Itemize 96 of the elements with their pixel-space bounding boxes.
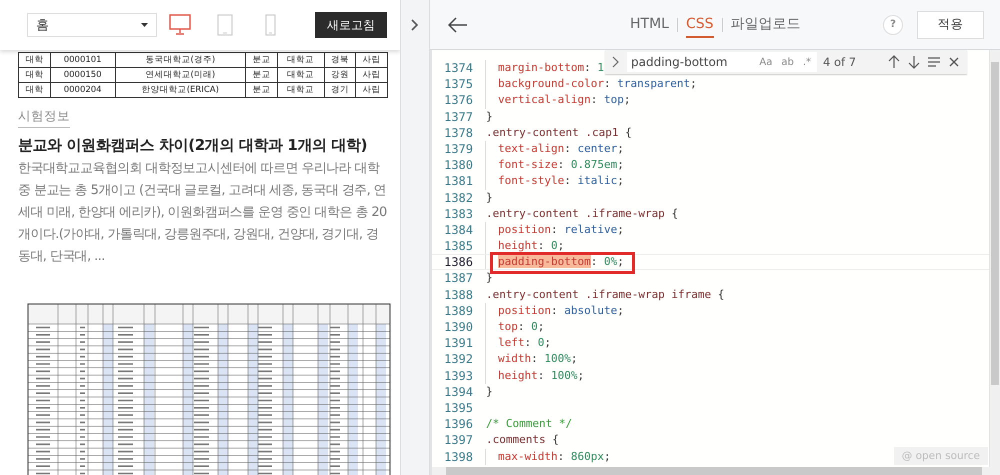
table-cell: 경북: [324, 52, 356, 68]
line-number: 1389: [443, 302, 473, 319]
find-option-toggle[interactable]: ab: [779, 56, 796, 68]
line-number: 1379: [443, 140, 473, 158]
line-number: 1395: [443, 400, 473, 416]
table-cell: 대학: [18, 82, 50, 98]
code-line: position: absolute;: [498, 302, 624, 319]
find-option-toggle[interactable]: .*: [800, 56, 813, 68]
line-number: 1382: [443, 190, 473, 206]
line-number: 1381: [443, 173, 473, 190]
table-cell: 대학: [18, 68, 50, 82]
arrow-down-icon[interactable]: [907, 55, 921, 69]
code-line: }: [486, 270, 493, 286]
page-select[interactable]: 홈: [27, 13, 157, 37]
table-cell: 분교: [246, 68, 278, 82]
post-category[interactable]: 시험정보: [18, 108, 70, 128]
table-cell: 사립: [356, 82, 388, 98]
code-line: }: [486, 384, 493, 400]
code-line: .entry-content .iframe-wrap {: [486, 206, 678, 222]
line-number: 1398: [443, 448, 473, 465]
table-cell: 대학교: [277, 82, 324, 98]
editor-tab[interactable]: CSS: [686, 12, 714, 38]
table-cell: 동국대학교(경주): [115, 52, 246, 68]
code-line: top: 0;: [498, 319, 544, 335]
code-line: }: [486, 190, 493, 206]
table-cell: 0000101: [50, 52, 116, 68]
line-number: 1386: [443, 255, 473, 270]
lines-icon[interactable]: [927, 55, 941, 69]
line-number: 1376: [443, 92, 473, 109]
code-line: .entry-content .cap1 {: [486, 124, 632, 141]
line-number: 1391: [443, 335, 473, 352]
line-number: 1384: [443, 222, 473, 238]
line-number: 1390: [443, 319, 473, 336]
code-line: /* Comment */: [486, 416, 572, 432]
code-line: height: 0;: [498, 238, 564, 254]
code-editor[interactable]: [430, 50, 1000, 475]
chevron-right-icon[interactable]: [611, 56, 621, 68]
editor-tab[interactable]: 파일업로드: [730, 10, 801, 38]
line-number: 1388: [443, 286, 473, 303]
code-line: text-align: center;: [498, 140, 624, 157]
table-cell: 분교: [246, 52, 278, 68]
code-line: .comments {: [486, 432, 559, 448]
code-line: height: 100%;: [498, 368, 584, 384]
table-cell: 사립: [356, 52, 388, 68]
line-number: 1383: [443, 206, 473, 222]
code-line: position: relative;: [498, 222, 624, 238]
code-line: vertical-align: top;: [498, 92, 630, 108]
table-cell: 0000150: [50, 68, 116, 82]
match-count: 4 of 7: [823, 55, 856, 69]
code-line: width: 100%;: [498, 351, 578, 368]
editor-tab[interactable]: HTML: [630, 12, 669, 38]
line-number: 1393: [443, 368, 473, 384]
vertical-scrollbar[interactable]: [989, 50, 1000, 467]
line-number: 1396: [443, 416, 473, 432]
line-number: 1380: [443, 157, 473, 174]
code-line: font-size: 0.875em;: [498, 157, 624, 174]
line-number: 1397: [443, 432, 473, 448]
table-cell: 연세대학교(미래): [115, 68, 246, 82]
code-line: margin-bottom: 1: [498, 60, 604, 76]
chevron-right-icon[interactable]: [409, 18, 421, 32]
code-line: max-width: 860px;: [498, 448, 611, 464]
table-cell: 대학교: [277, 68, 324, 82]
table-cell: 경기: [324, 82, 356, 98]
code-line: font-style: italic;: [498, 173, 624, 190]
table-cell: 대학교: [277, 52, 324, 68]
line-number: 1377: [443, 108, 473, 125]
table-cell: 강원: [324, 68, 356, 82]
help-button[interactable]: ?: [883, 14, 903, 34]
table-cell: 0000204: [50, 82, 116, 98]
find-field[interactable]: padding-bottom Aa ab .*: [627, 52, 817, 72]
line-number: 1374: [443, 60, 473, 76]
table-cell: 분교: [246, 82, 278, 98]
line-number: 1385: [443, 238, 473, 254]
table-cell: 한양대학교(ERICA): [115, 82, 246, 98]
line-number: 1394: [443, 384, 473, 400]
code-line: background-color: transparent;: [498, 76, 697, 92]
caret-down-icon: [141, 23, 148, 27]
post-title[interactable]: 분교와 이원화캠퍼스 차이(2개의 대학과 1개의 대학): [18, 135, 368, 155]
table-cell: 대학: [18, 52, 50, 68]
line-number: 1392: [443, 351, 473, 368]
back-arrow-icon[interactable]: [448, 16, 468, 32]
table-cell: 사립: [356, 68, 388, 82]
line-number: 1378: [443, 124, 473, 141]
apply-button[interactable]: 적용: [917, 10, 984, 38]
code-line: }: [486, 108, 493, 125]
code-line: left: 0;: [498, 335, 551, 352]
close-icon[interactable]: [947, 55, 961, 69]
line-number: 1375: [443, 76, 473, 92]
find-option-toggle[interactable]: Aa: [757, 56, 774, 68]
post-excerpt: 한국대학교교육협의회 대학정보고시센터에 따르면 우리나라 대학 중 분교는 총 5개이고 (건국대 글로컬, 고려대 세종, 동국대 경주, 연세대 미래, 한양대 에리카), 이원화캠퍼스를 운영 중인 대학은 총 20개이다.(가야대, 가톨릭대, 강릉원주대, 강원대, 건양대, 경기대, 경동대, 단국대, ...: [18, 160, 388, 266]
arrow-up-icon[interactable]: [887, 55, 901, 69]
code-line: .entry-content .iframe-wrap iframe {: [486, 286, 724, 303]
monitor-icon[interactable]: [169, 14, 191, 36]
refresh-button[interactable]: 새로고침: [315, 12, 387, 38]
horizontal-scrollbar[interactable]: [432, 467, 1000, 475]
line-number: 1387: [443, 270, 473, 287]
